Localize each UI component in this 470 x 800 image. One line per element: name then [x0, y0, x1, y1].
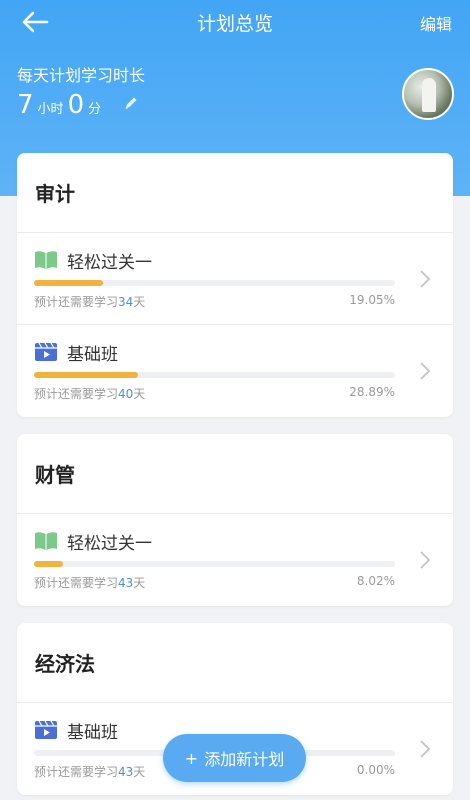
- add-plan-button[interactable]: + 添加新计划: [163, 734, 306, 782]
- avatar[interactable]: [402, 68, 454, 120]
- progress-fill: [34, 561, 63, 567]
- nav-bar: 计划总览 编辑: [0, 0, 470, 46]
- chevron-right-icon: [420, 362, 431, 380]
- progress-percent: 8.02%: [356, 574, 395, 588]
- progress-percent: 19.05%: [349, 293, 395, 307]
- daily-study-label: 每天计划学习时长: [17, 66, 146, 85]
- plan-item-name: 轻松过关一: [67, 534, 152, 554]
- chevron-right-icon: [420, 270, 431, 288]
- hours-unit: 小时: [37, 102, 64, 117]
- days-remaining: 43: [118, 765, 134, 779]
- chevron-right-icon: [420, 740, 431, 758]
- progress-percent: 28.89%: [349, 385, 395, 399]
- plan-card-finance: 财管 轻松过关一 预计还需要学习43天 8.02%: [17, 434, 453, 606]
- progress-bar: [34, 561, 395, 567]
- progress-bar: [34, 372, 395, 378]
- estimate-text: 预计还需要学习43天: [34, 765, 146, 779]
- chevron-right-icon: [420, 551, 431, 569]
- plus-icon: +: [184, 748, 199, 768]
- days-remaining: 43: [118, 576, 134, 590]
- plan-item[interactable]: 基础班 预计还需要学习40天 28.89%: [17, 325, 453, 417]
- plan-card-audit: 审计 轻松过关一 预计还需要学习34天 19.05% 基础班 预计还需要学习40…: [17, 153, 453, 417]
- progress-fill: [34, 280, 103, 286]
- plan-subject-title: 经济法: [17, 623, 453, 703]
- progress-percent: 0.00%: [356, 763, 395, 777]
- page-title: 计划总览: [196, 13, 273, 35]
- minutes-unit: 分: [88, 102, 102, 117]
- book-icon: [35, 251, 57, 269]
- plan-item-name: 轻松过关一: [67, 253, 152, 273]
- plan-subject-title: 审计: [17, 153, 453, 233]
- estimate-text: 预计还需要学习43天: [34, 576, 146, 590]
- minutes-value: 0: [67, 90, 85, 120]
- edit-button[interactable]: 编辑: [420, 11, 452, 35]
- plan-item-name: 基础班: [67, 723, 118, 743]
- progress-fill: [34, 372, 139, 378]
- pencil-icon[interactable]: [123, 95, 139, 115]
- plan-item[interactable]: 轻松过关一 预计还需要学习43天 8.02%: [17, 514, 453, 606]
- video-icon: [35, 720, 57, 739]
- video-icon: [35, 342, 57, 361]
- estimate-text: 预计还需要学习34天: [34, 295, 146, 309]
- plan-item-name: 基础班: [67, 345, 118, 365]
- progress-bar: [34, 280, 395, 286]
- add-plan-label: 添加新计划: [204, 750, 285, 769]
- days-remaining: 34: [118, 295, 134, 309]
- daily-study-value: 7 小时 0 分: [17, 90, 139, 120]
- days-remaining: 40: [118, 387, 134, 401]
- book-icon: [35, 532, 57, 550]
- estimate-text: 预计还需要学习40天: [34, 387, 146, 401]
- plan-item[interactable]: 轻松过关一 预计还需要学习34天 19.05%: [17, 233, 453, 325]
- hours-value: 7: [17, 90, 34, 120]
- plan-subject-title: 财管: [17, 434, 453, 514]
